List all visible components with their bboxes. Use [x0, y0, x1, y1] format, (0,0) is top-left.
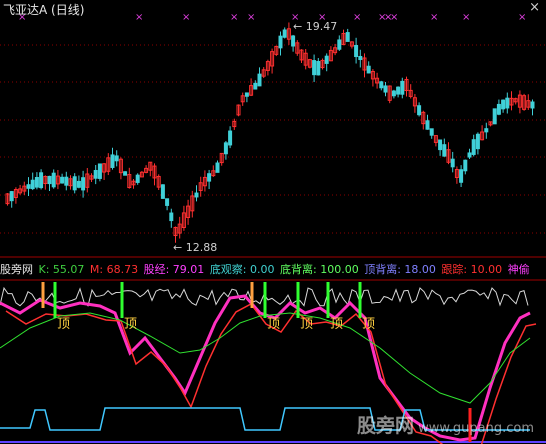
candle-body	[76, 180, 81, 188]
candle-body	[110, 154, 115, 168]
candle-body	[459, 169, 464, 183]
candle-body	[165, 198, 170, 206]
signal-marker: ×	[230, 12, 238, 23]
k-line	[0, 312, 531, 404]
chart-title: 飞亚达A (日线)	[3, 1, 84, 18]
candle-body	[97, 163, 102, 179]
candle-body	[484, 128, 489, 133]
candle-body	[194, 192, 199, 198]
signal-marker: ×	[135, 12, 143, 23]
candle-body	[34, 176, 39, 188]
candle-body	[324, 55, 329, 64]
top-signal-label: 顶	[330, 317, 343, 332]
candle-body	[114, 155, 119, 162]
price-panel[interactable]: × × × × × × × × × × × × × × ← 19.47 ← 12.88	[0, 0, 546, 258]
candle-body	[278, 35, 283, 49]
candle-body	[26, 184, 31, 189]
candle-body	[354, 44, 359, 58]
candle-body	[496, 103, 501, 115]
candle-body	[379, 81, 384, 89]
candlestick-chart[interactable]: × × × × × × × × ××× × × ×← 19.47← 12.88	[0, 0, 546, 258]
candle-body	[530, 101, 535, 109]
candle-body	[72, 176, 77, 191]
candle-body	[215, 162, 220, 173]
candle-body	[93, 169, 98, 179]
candle-body	[257, 73, 262, 87]
candle-body	[282, 29, 287, 38]
candle-body	[228, 130, 233, 146]
top-signal-label: 顶	[57, 317, 70, 332]
candle-body	[429, 128, 434, 136]
signal-marker: ×	[462, 12, 470, 23]
candle-body	[505, 97, 510, 109]
low-price-label: ← 12.88	[173, 241, 217, 254]
candle-body	[400, 80, 405, 95]
watermark-domain: www.gupang.com	[418, 421, 534, 436]
candle-body	[492, 108, 497, 125]
candle-body	[123, 171, 128, 176]
signal-marker: ×	[430, 12, 438, 23]
candle-body	[337, 39, 342, 50]
candle-body	[312, 60, 317, 76]
candle-body	[396, 86, 401, 95]
signal-marker: ×	[247, 12, 255, 23]
candle-body	[253, 82, 258, 90]
candle-body	[501, 99, 506, 110]
candle-body	[450, 158, 455, 168]
period-label: (日线)	[51, 3, 85, 17]
watermark-text: 股旁网	[357, 415, 415, 437]
candle-body	[30, 179, 35, 190]
signal-marker: ×	[182, 12, 190, 23]
candle-body	[51, 172, 56, 188]
candle-body	[60, 176, 65, 184]
candle-body	[81, 177, 86, 191]
candle-body	[39, 172, 44, 189]
candle-body	[467, 152, 472, 158]
candle-body	[366, 65, 371, 74]
top-signal-label: 顶	[124, 317, 137, 332]
candle-body	[425, 120, 430, 130]
candle-body	[471, 139, 476, 155]
top-signal-label: 顶	[362, 317, 375, 332]
watermark: 股旁网 www.gupang.com	[357, 411, 534, 438]
close-icon[interactable]: ×	[529, 0, 540, 15]
candle-body	[345, 32, 350, 42]
high-price-label: ← 19.47	[293, 20, 337, 33]
candle-body	[291, 35, 296, 47]
top-signal-label: 顶	[300, 317, 313, 332]
candle-body	[223, 142, 228, 155]
candle-body	[438, 139, 443, 151]
candle-body	[383, 85, 388, 93]
candle-body	[417, 105, 422, 116]
candle-body	[47, 175, 52, 185]
candle-body	[475, 133, 480, 150]
candle-body	[316, 61, 321, 76]
candle-body	[160, 184, 165, 199]
candle-body	[135, 174, 140, 183]
signal-marker: ×	[390, 12, 398, 23]
signal-marker: ×	[353, 12, 361, 23]
candle-body	[358, 55, 363, 61]
candle-body	[442, 144, 447, 157]
candle-body	[463, 159, 468, 172]
candle-body	[207, 173, 212, 182]
candle-body	[9, 191, 14, 202]
candle-body	[169, 212, 174, 222]
signal-marker: ×	[518, 12, 526, 23]
top-signal-label: 顶	[267, 317, 280, 332]
candle-body	[391, 90, 396, 97]
ticker-name: 飞亚达A	[3, 3, 48, 17]
candle-body	[64, 176, 69, 186]
candle-body	[244, 92, 249, 97]
